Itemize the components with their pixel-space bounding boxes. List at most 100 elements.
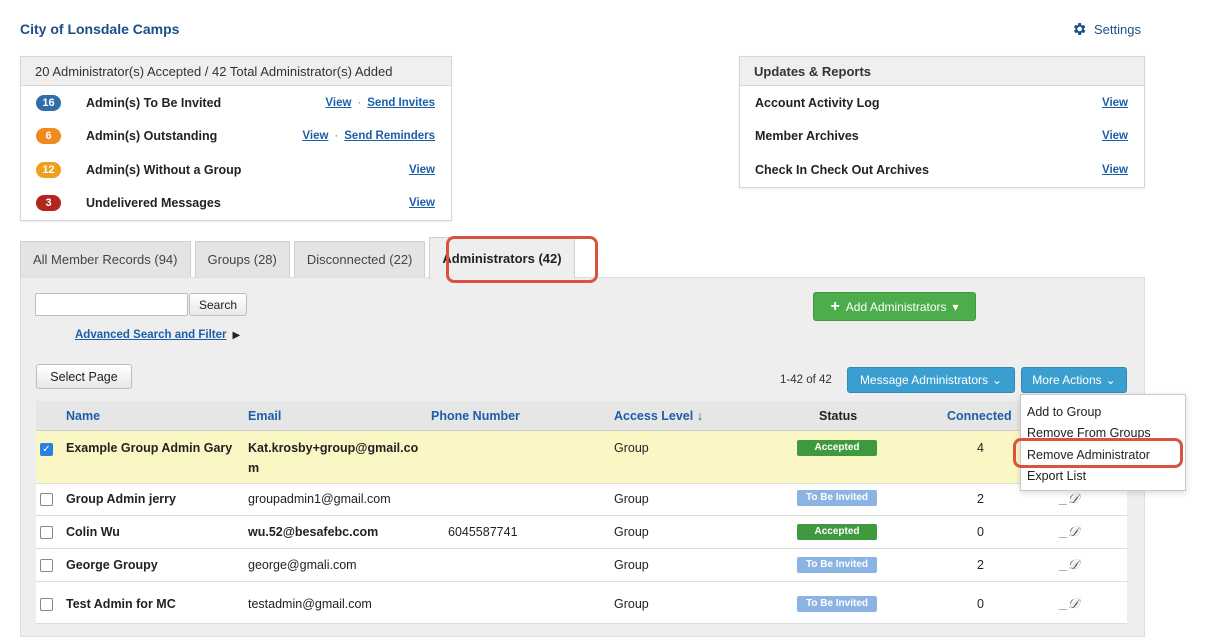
more-actions-label[interactable]: More Actions (1032, 373, 1101, 387)
table-row[interactable]: Group Admin jerry groupadmin1@gmail.com … (36, 484, 1127, 516)
admin-row-to-be-invited: 16 Admin(s) To Be Invited View · Send Invi… (21, 86, 451, 120)
admin-email-wrap: m (248, 461, 260, 475)
report-row-member-archives: Member Archives View (740, 120, 1144, 154)
settings-label[interactable]: Settings (1094, 22, 1141, 37)
menu-item-export-list[interactable]: Export List (1021, 466, 1185, 488)
view-link[interactable]: View (409, 197, 435, 209)
admin-summary-title: 20 Administrator(s) Accepted / 42 Total … (21, 57, 451, 86)
edit-pencil-icon[interactable]: _𝒟 (1060, 556, 1079, 573)
table-row[interactable]: Test Admin for MC testadmin@gmail.com Gr… (36, 582, 1127, 624)
table-row[interactable]: George Groupy george@gmali.com Group To … (36, 549, 1127, 582)
row-checkbox[interactable] (40, 526, 53, 539)
menu-item-add-to-group[interactable]: Add to Group (1021, 401, 1185, 423)
edit-pencil-icon[interactable]: _𝒟 (1060, 523, 1079, 540)
status-badge: Accepted (797, 440, 877, 456)
tab-groups[interactable]: Groups (28) (194, 241, 290, 277)
send-invites-link[interactable]: Send Invites (367, 97, 435, 109)
menu-item-remove-from-groups[interactable]: Remove From Groups (1021, 423, 1185, 445)
view-link[interactable]: View (409, 164, 435, 176)
view-link[interactable]: View (1102, 164, 1128, 176)
add-administrators-button[interactable]: + Add Administrators ▾ (813, 292, 976, 321)
admin-email: george@gmali.com (248, 558, 357, 572)
row-label: Admin(s) Outstanding (86, 129, 218, 144)
access-level: Group (614, 441, 649, 455)
caret-down-icon: ▾ (952, 299, 959, 314)
column-header-phone[interactable]: Phone Number (431, 409, 520, 423)
column-header-email[interactable]: Email (248, 409, 281, 423)
view-link[interactable]: View (1102, 130, 1128, 142)
connected-count: 0 (977, 597, 984, 611)
sort-down-icon: ↓ (696, 409, 703, 423)
admin-name: Colin Wu (66, 525, 120, 539)
row-label: Check In Check Out Archives (755, 162, 929, 177)
row-checkbox[interactable] (40, 493, 53, 506)
advanced-search[interactable]: Advanced Search and Filter ▶ (75, 329, 240, 341)
view-link[interactable]: View (1102, 97, 1128, 109)
column-header-connected[interactable]: Connected (947, 409, 1012, 423)
gear-icon (1074, 23, 1086, 35)
count-badge: 16 (36, 94, 61, 111)
column-header-name[interactable]: Name (66, 409, 100, 423)
table-row[interactable]: Colin Wu wu.52@besafebc.com 6045587741 G… (36, 516, 1127, 549)
column-header-access-level[interactable]: Access Level ↓ (614, 409, 703, 423)
menu-item-remove-administrator[interactable]: Remove Administrator (1021, 444, 1185, 466)
row-checkbox[interactable] (40, 559, 53, 572)
record-count: 1-42 of 42 (780, 374, 832, 386)
row-label: Undelivered Messages (86, 196, 221, 211)
plus-icon: + (830, 297, 840, 315)
view-link[interactable]: View (302, 130, 328, 142)
status-badge: To Be Invited (797, 596, 877, 612)
add-administrators-label[interactable]: Add Administrators (846, 300, 947, 314)
count-badge: 12 (36, 161, 61, 178)
admin-email: testadmin@gmail.com (248, 597, 372, 611)
admin-name: George Groupy (66, 558, 158, 572)
row-label: Member Archives (755, 129, 859, 144)
column-header-status: Status (819, 409, 858, 423)
count-badge: 3 (36, 195, 61, 212)
tab-administrators[interactable]: Administrators (42) (429, 237, 575, 279)
access-level: Group (614, 597, 649, 611)
view-link[interactable]: View (325, 97, 351, 109)
caret-down-icon: ⌄ (1105, 373, 1116, 387)
message-administrators-button[interactable]: Message Administrators ⌄ (847, 367, 1015, 393)
status-badge: To Be Invited (797, 490, 877, 506)
send-reminders-link[interactable]: Send Reminders (344, 130, 435, 142)
access-level: Group (614, 525, 649, 539)
message-administrators-label[interactable]: Message Administrators (860, 373, 988, 387)
connected-count: 2 (977, 558, 984, 572)
separator-dot: · (334, 130, 339, 143)
count-badge: 6 (36, 128, 61, 145)
report-row-activity-log: Account Activity Log View (740, 86, 1144, 120)
org-title: City of Lonsdale Camps (20, 21, 180, 37)
admin-phone: 6045587741 (448, 525, 518, 539)
access-level-label[interactable]: Access Level (614, 409, 693, 423)
table-row[interactable]: ✓ Example Group Admin Gary Kat.krosby+gr… (36, 431, 1127, 484)
admin-name: Example Group Admin Gary (66, 441, 233, 455)
settings-link[interactable]: Settings (1071, 21, 1141, 37)
row-label: Admin(s) To Be Invited (86, 95, 222, 110)
more-actions-button[interactable]: More Actions ⌄ (1021, 367, 1127, 393)
advanced-search-link[interactable]: Advanced Search and Filter (75, 329, 226, 341)
row-label: Account Activity Log (755, 95, 880, 110)
admin-summary-panel: 20 Administrator(s) Accepted / 42 Total … (20, 56, 452, 221)
search-button[interactable]: Search (189, 293, 247, 316)
connected-count: 0 (977, 525, 984, 539)
reports-panel: Updates & Reports Account Activity Log V… (739, 56, 1145, 188)
search-input[interactable] (35, 293, 188, 316)
caret-right-icon: ▶ (232, 329, 241, 341)
access-level: Group (614, 558, 649, 572)
edit-pencil-icon[interactable]: _𝒟 (1060, 490, 1079, 507)
status-badge: To Be Invited (797, 557, 877, 573)
select-page-button[interactable]: Select Page (36, 364, 132, 389)
admin-row-undelivered: 3 Undelivered Messages View (21, 187, 451, 221)
caret-down-icon: ⌄ (992, 373, 1003, 387)
connected-count: 4 (977, 441, 984, 455)
admin-name: Test Admin for MC (66, 597, 176, 611)
tab-disconnected[interactable]: Disconnected (22) (293, 241, 426, 277)
row-checkbox[interactable]: ✓ (40, 443, 53, 456)
connected-count: 2 (977, 492, 984, 506)
table-header: Name Email Phone Number Access Level ↓ S… (36, 401, 1127, 431)
row-checkbox[interactable] (40, 598, 53, 611)
edit-pencil-icon[interactable]: _𝒟 (1060, 595, 1079, 612)
tab-all-member-records[interactable]: All Member Records (94) (20, 241, 191, 277)
